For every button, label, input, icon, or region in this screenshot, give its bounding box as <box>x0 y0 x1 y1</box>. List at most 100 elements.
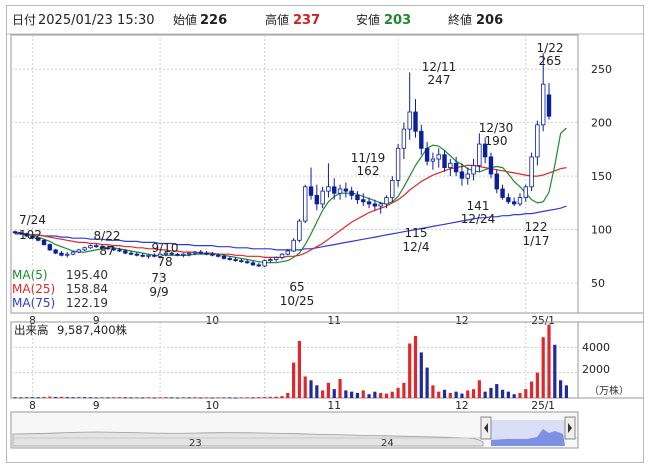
price-tick-label: 50 <box>591 277 605 290</box>
volume-bar <box>216 397 220 399</box>
annotation-date: 9/10 <box>152 241 179 255</box>
candle-body-down <box>349 190 354 196</box>
volume-bar <box>233 397 238 399</box>
candle <box>337 184 343 200</box>
candle <box>407 72 412 140</box>
candle-body-up <box>430 158 436 162</box>
candle-body-up <box>517 197 523 205</box>
volume-bar <box>413 335 418 398</box>
annotation-value: 78 <box>157 255 172 269</box>
candle <box>430 152 436 170</box>
nav-right-handle[interactable] <box>564 416 576 440</box>
range-navigator[interactable]: 23 24 <box>10 411 579 449</box>
ma5-value: 195.40 <box>66 268 108 282</box>
candle <box>273 256 279 262</box>
candle-body-down <box>215 254 221 257</box>
candle-body-down <box>488 156 494 175</box>
candle-body-up <box>407 111 412 130</box>
candle <box>395 144 401 187</box>
volume-bar <box>425 367 429 398</box>
volume-label: 出来高 <box>14 323 49 337</box>
candle <box>419 124 424 155</box>
candle <box>488 152 494 179</box>
volume-bar <box>309 380 313 398</box>
candle <box>256 262 261 268</box>
volume-bar <box>524 389 528 398</box>
volume-bar <box>350 391 354 398</box>
candle-body-down <box>227 258 232 260</box>
candle-body-up <box>529 156 534 188</box>
candle <box>279 253 285 260</box>
volume-bar <box>262 396 267 398</box>
candle <box>326 163 331 198</box>
volume-bar <box>164 397 168 399</box>
volume-bar <box>303 376 307 398</box>
volume-bar <box>512 394 516 398</box>
candle-body-down <box>308 186 314 196</box>
candle <box>511 197 517 207</box>
candle <box>268 257 273 263</box>
candle <box>355 191 360 204</box>
candle-body-up <box>395 147 401 181</box>
candle-body-up <box>146 254 151 257</box>
volume-bar <box>338 379 342 398</box>
candle <box>529 152 534 192</box>
candle-body-up <box>303 186 308 222</box>
volume-bar <box>100 397 104 399</box>
volume-panel: 出来高 9,587,400株 4000 2000 （万株） <box>10 321 643 399</box>
volume-bar <box>228 397 232 399</box>
volume-bar <box>402 382 406 398</box>
candle-body-down <box>117 249 122 252</box>
candle-body-up <box>65 253 70 256</box>
candle <box>343 182 349 198</box>
volume-bar <box>408 343 412 398</box>
candle-body-up <box>181 253 186 256</box>
candle <box>523 184 528 202</box>
volume-bar <box>553 344 557 398</box>
month-label-bottom: 11 <box>328 400 341 412</box>
candle-body-up <box>291 239 296 252</box>
volume-bar <box>48 396 52 398</box>
volume-bar <box>332 389 336 398</box>
volume-bar <box>292 362 296 398</box>
candle-body-up <box>82 247 87 251</box>
candle <box>53 248 58 255</box>
candle-body-up <box>477 143 482 166</box>
candle-body-up <box>378 203 383 207</box>
annotation-date: 12/4 <box>403 240 430 254</box>
volume-bar <box>245 397 249 399</box>
vol-tick-2000: 2000 <box>582 363 610 376</box>
volume-bar <box>222 397 226 399</box>
volume-bar <box>170 397 174 399</box>
ma-legend: MA(5) 195.40 MA(25) 158.84 MA(75) 122.19 <box>12 267 110 311</box>
high-label: 高値 <box>265 12 289 27</box>
volume-bar <box>257 397 261 399</box>
candle-body-up <box>540 83 546 126</box>
candle <box>41 239 47 246</box>
volume-bar <box>564 385 569 398</box>
candle-body-down <box>94 245 99 248</box>
price-tick-label: 100 <box>591 224 612 237</box>
volume-bar <box>77 396 81 398</box>
volume-bar <box>19 397 23 399</box>
volume-bar <box>25 396 29 398</box>
annotation-date: 10/25 <box>280 294 315 308</box>
low-value: 203 <box>384 13 411 28</box>
low-label: 安値 <box>356 12 380 27</box>
candle <box>442 150 447 172</box>
volume-bar <box>529 381 534 398</box>
candle <box>291 238 296 253</box>
candle-body-up <box>285 250 291 255</box>
volume-bar <box>88 397 93 399</box>
volume-bar <box>106 397 110 399</box>
candle-body-down <box>128 252 134 255</box>
volume-bar <box>454 391 458 398</box>
annotation-date: 1/17 <box>523 234 550 248</box>
candle-body-down <box>239 260 244 263</box>
volume-bar <box>466 390 470 398</box>
volume-bar <box>518 392 522 398</box>
annotation-value: 141 <box>467 199 490 213</box>
nav-left-handle[interactable] <box>480 416 492 440</box>
candle-body-up <box>76 249 82 253</box>
candle-body-down <box>152 254 157 257</box>
